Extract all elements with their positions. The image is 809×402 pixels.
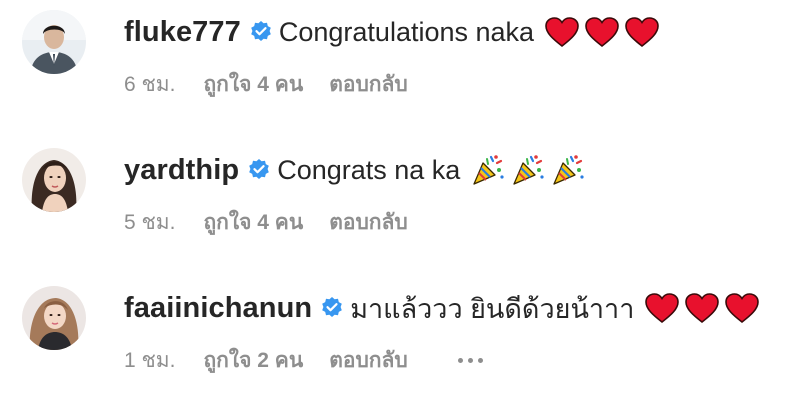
avatar[interactable] bbox=[22, 286, 86, 350]
emoji-group bbox=[544, 15, 660, 49]
like-count-link[interactable]: ถูกใจ 4 คน bbox=[203, 206, 303, 239]
party-popper-icon bbox=[470, 153, 506, 187]
heart-icon bbox=[584, 15, 620, 49]
heart-icon bbox=[544, 15, 580, 49]
heart-icon bbox=[684, 291, 720, 325]
verified-badge-icon bbox=[320, 296, 344, 320]
comment-time: 5 ชม. bbox=[124, 211, 176, 234]
verified-badge-icon bbox=[249, 20, 273, 44]
heart-icon bbox=[724, 291, 760, 325]
dot bbox=[467, 358, 473, 363]
dot bbox=[457, 358, 463, 363]
reply-button[interactable]: ตอบกลับ bbox=[329, 206, 408, 239]
avatar[interactable] bbox=[22, 148, 86, 212]
avatar[interactable] bbox=[22, 10, 86, 74]
emoji-group bbox=[644, 291, 760, 325]
comment-item: fluke777 Congratulations naka 6 ชม. ถูกใ… bbox=[0, 0, 809, 120]
reply-button[interactable]: ตอบกลับ bbox=[329, 344, 408, 377]
username[interactable]: faaiinichanun bbox=[124, 292, 312, 325]
comment-item: yardthip Congrats na ka 5 ชม. ถูกใจ 4 คน… bbox=[0, 138, 809, 258]
like-count-link[interactable]: ถูกใจ 2 คน bbox=[203, 344, 303, 377]
username[interactable]: yardthip bbox=[124, 154, 239, 187]
like-count-link[interactable]: ถูกใจ 4 คน bbox=[203, 68, 303, 101]
heart-icon bbox=[644, 291, 680, 325]
comment-item: faaiinichanun มาแล้ววว ยินดีด้วยน้าาา 1 … bbox=[0, 276, 809, 396]
comment-text: มาแล้ววว ยินดีด้วยน้าาา bbox=[350, 293, 635, 324]
reply-button[interactable]: ตอบกลับ bbox=[329, 68, 408, 101]
party-popper-icon bbox=[550, 153, 586, 187]
dot bbox=[477, 358, 483, 363]
verified-badge-icon bbox=[247, 158, 271, 182]
comment-time: 1 ชม. bbox=[124, 349, 176, 372]
comment-text: Congratulations naka bbox=[278, 16, 535, 47]
more-options-icon[interactable] bbox=[457, 358, 483, 363]
comment-text: Congrats na ka bbox=[277, 154, 461, 185]
username[interactable]: fluke777 bbox=[124, 16, 241, 49]
party-popper-icon bbox=[510, 153, 546, 187]
heart-icon bbox=[624, 15, 660, 49]
comment-time: 6 ชม. bbox=[124, 73, 176, 96]
emoji-group bbox=[470, 153, 586, 187]
